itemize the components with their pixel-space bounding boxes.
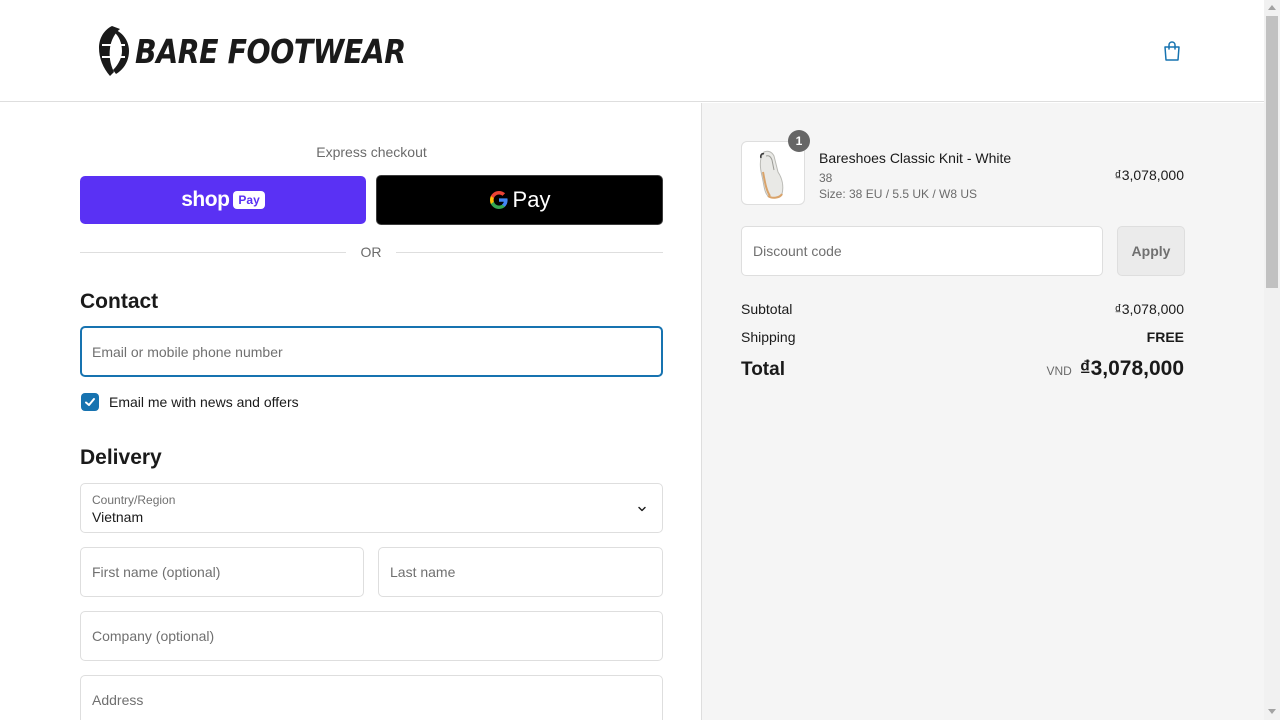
- scroll-up-arrow-icon[interactable]: [1268, 5, 1276, 10]
- scroll-down-arrow-icon[interactable]: [1268, 709, 1276, 714]
- or-divider: OR: [80, 242, 663, 262]
- first-name-field[interactable]: [80, 547, 364, 597]
- google-pay-button[interactable]: Pay: [376, 175, 663, 225]
- express-checkout-label: Express checkout: [316, 144, 427, 160]
- product-name: Bareshoes Classic Knit - White: [819, 150, 1012, 166]
- newsletter-label: Email me with news and offers: [109, 394, 299, 410]
- country-select[interactable]: Country/Region Vietnam: [80, 483, 663, 533]
- subtotal-label: Subtotal: [741, 301, 793, 317]
- product-thumbnail: 1: [741, 130, 810, 205]
- total-currency: VND: [1046, 364, 1072, 378]
- newsletter-checkbox-row[interactable]: Email me with news and offers: [81, 393, 299, 411]
- company-input[interactable]: [81, 612, 662, 660]
- shipping-value: FREE: [1146, 329, 1184, 345]
- shop-pay-pill: Pay: [233, 191, 265, 209]
- last-name-field[interactable]: [378, 547, 663, 597]
- brand-logo[interactable]: BARE FOOTWEAR: [98, 24, 450, 78]
- quantity-badge: 1: [788, 130, 810, 152]
- google-g-icon: [489, 191, 508, 209]
- header: BARE FOOTWEAR: [0, 0, 1264, 102]
- checkmark-icon: [85, 398, 95, 406]
- subtotal-value: ₫3,078,000: [1114, 301, 1184, 317]
- shipping-label: Shipping: [741, 329, 796, 345]
- country-label: Country/Region: [92, 493, 176, 507]
- shop-pay-button[interactable]: shop Pay: [80, 176, 366, 224]
- shop-pay-word: shop: [181, 188, 230, 211]
- product-variant: 38: [819, 171, 833, 185]
- scrollbar-thumb[interactable]: [1266, 16, 1278, 288]
- discount-code-field[interactable]: [741, 226, 1103, 276]
- first-name-input[interactable]: [81, 548, 363, 596]
- checkout-form: Express checkout shop Pay Pay OR Contact…: [0, 103, 701, 720]
- page-scrollbar[interactable]: [1264, 0, 1280, 720]
- chevron-down-icon: [638, 506, 646, 512]
- shopping-bag-icon[interactable]: [1161, 40, 1183, 62]
- address-field[interactable]: [80, 675, 663, 720]
- leaf-shield-logo-icon: [99, 26, 129, 76]
- google-pay-word: Pay: [512, 187, 551, 212]
- divider-line: [80, 252, 346, 253]
- order-summary: 1 Bareshoes Classic Knit - White 38 Size…: [701, 103, 1264, 720]
- delivery-heading: Delivery: [80, 446, 162, 469]
- total-amount: ₫3,078,000: [1079, 357, 1184, 380]
- brand-name: BARE FOOTWEAR: [135, 31, 406, 71]
- or-label: OR: [360, 244, 382, 260]
- address-input[interactable]: [81, 676, 662, 720]
- email-input[interactable]: [82, 328, 661, 375]
- total-price: VND ₫3,078,000: [1046, 357, 1184, 381]
- last-name-input[interactable]: [379, 548, 662, 596]
- contact-heading: Contact: [80, 290, 159, 313]
- country-value: Vietnam: [92, 509, 144, 525]
- total-label: Total: [741, 359, 785, 380]
- product-price: ₫3,078,000: [1114, 167, 1184, 183]
- discount-code-input[interactable]: [742, 227, 1102, 275]
- newsletter-checkbox[interactable]: [81, 393, 99, 411]
- email-field[interactable]: [80, 326, 663, 377]
- divider-line: [396, 252, 663, 253]
- product-size: Size: 38 EU / 5.5 UK / W8 US: [819, 187, 978, 201]
- company-field[interactable]: [80, 611, 663, 661]
- apply-discount-button[interactable]: Apply: [1117, 226, 1185, 276]
